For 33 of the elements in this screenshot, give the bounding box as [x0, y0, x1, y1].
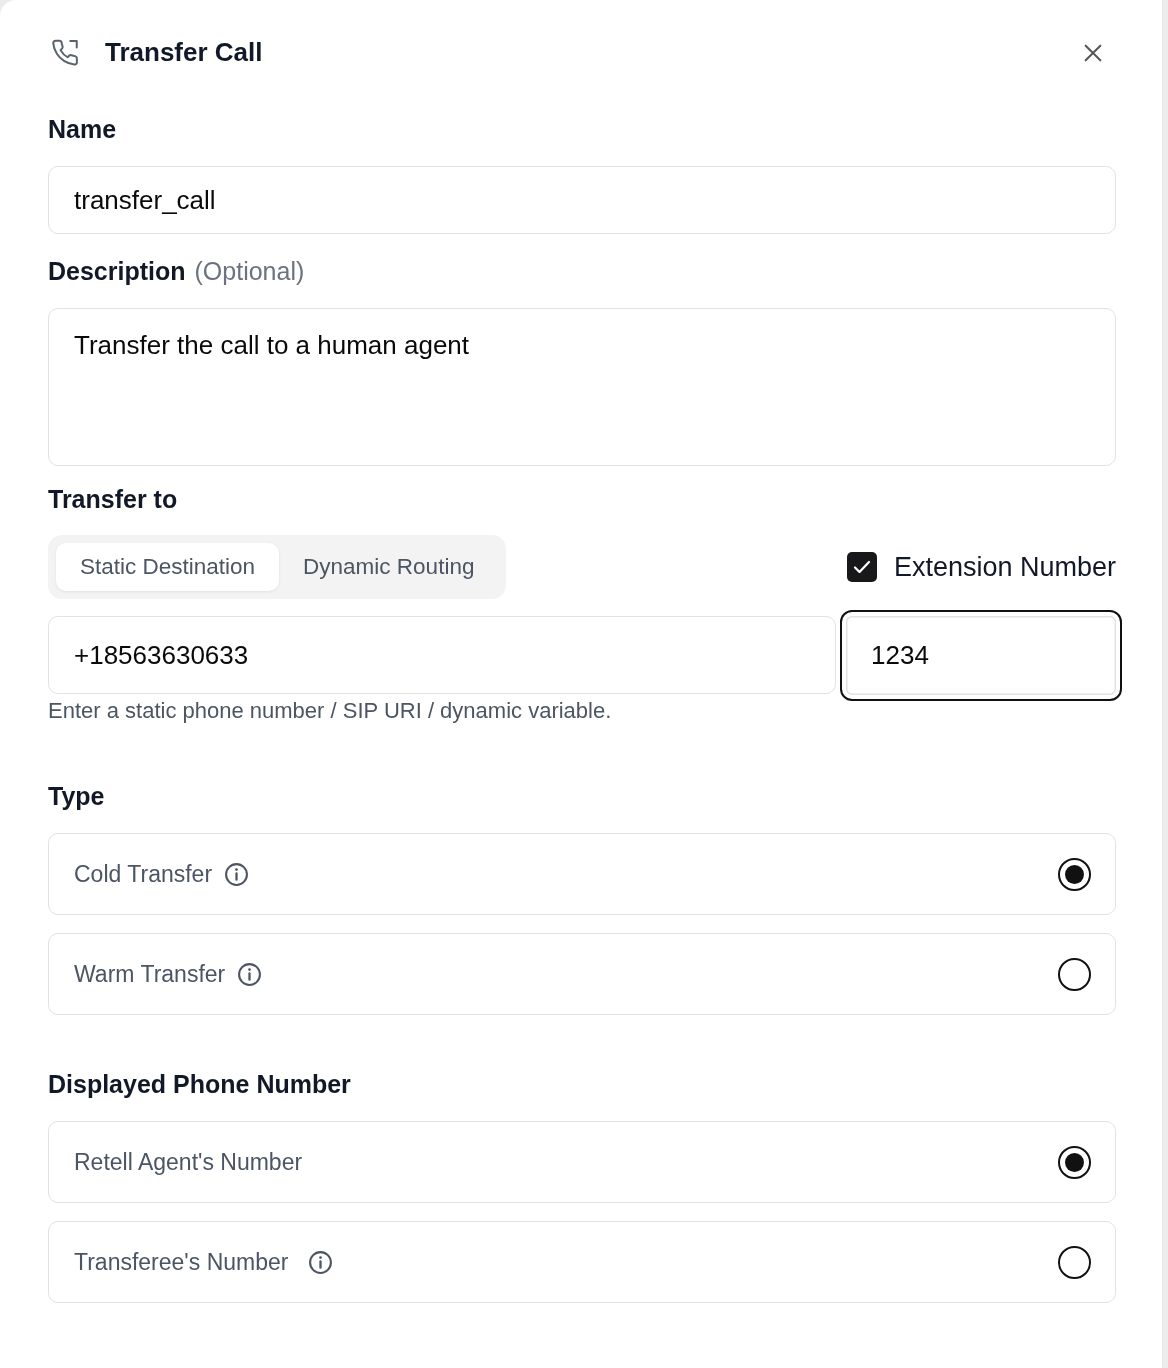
helper-text: Enter a static phone number / SIP URI / dynamic variable.	[48, 698, 612, 724]
option-label: Retell Agent's Number	[74, 1148, 303, 1176]
optional-note: (Optional)	[194, 256, 305, 287]
option-card[interactable]: Warm Transfer	[48, 933, 1116, 1015]
info-icon[interactable]	[237, 961, 263, 987]
extension-field[interactable]: 1234	[840, 610, 1122, 701]
option-card[interactable]: Retell Agent's Number	[48, 1121, 1116, 1203]
radio-button[interactable]	[1058, 1245, 1091, 1279]
description-field[interactable]: Transfer the call to a human agent	[48, 308, 1116, 466]
name-field[interactable]: transfer_call	[48, 166, 1116, 234]
section-label: Displayed Phone Number	[48, 1069, 351, 1100]
phone-icon	[50, 38, 80, 68]
field-label: Description	[48, 256, 186, 287]
info-icon[interactable]	[224, 861, 250, 887]
radio-button[interactable]	[1058, 957, 1091, 991]
option-card[interactable]: Transferee's Number	[48, 1221, 1116, 1303]
option-label: Cold Transfer	[74, 860, 213, 888]
checkbox-label: Extension Number	[893, 551, 1116, 583]
close-button[interactable]	[1082, 42, 1104, 64]
phone-number-field[interactable]: +18563630633	[48, 616, 836, 694]
section-label: Transfer to	[48, 484, 178, 515]
option-label: Transferee's Number	[74, 1248, 289, 1276]
option-card[interactable]: Cold Transfer	[48, 833, 1116, 915]
radio-button[interactable]	[1058, 1145, 1091, 1179]
checkbox[interactable]	[846, 552, 877, 582]
section-label: Type	[48, 781, 105, 812]
info-icon[interactable]	[308, 1249, 334, 1275]
tab[interactable]: Dynamic Routing	[279, 543, 499, 591]
option-label: Warm Transfer	[74, 960, 226, 988]
field-label: Name	[48, 114, 117, 145]
tab[interactable]: Static Destination	[56, 543, 280, 591]
dialog-title: Transfer Call	[105, 37, 263, 69]
radio-button[interactable]	[1058, 857, 1091, 891]
